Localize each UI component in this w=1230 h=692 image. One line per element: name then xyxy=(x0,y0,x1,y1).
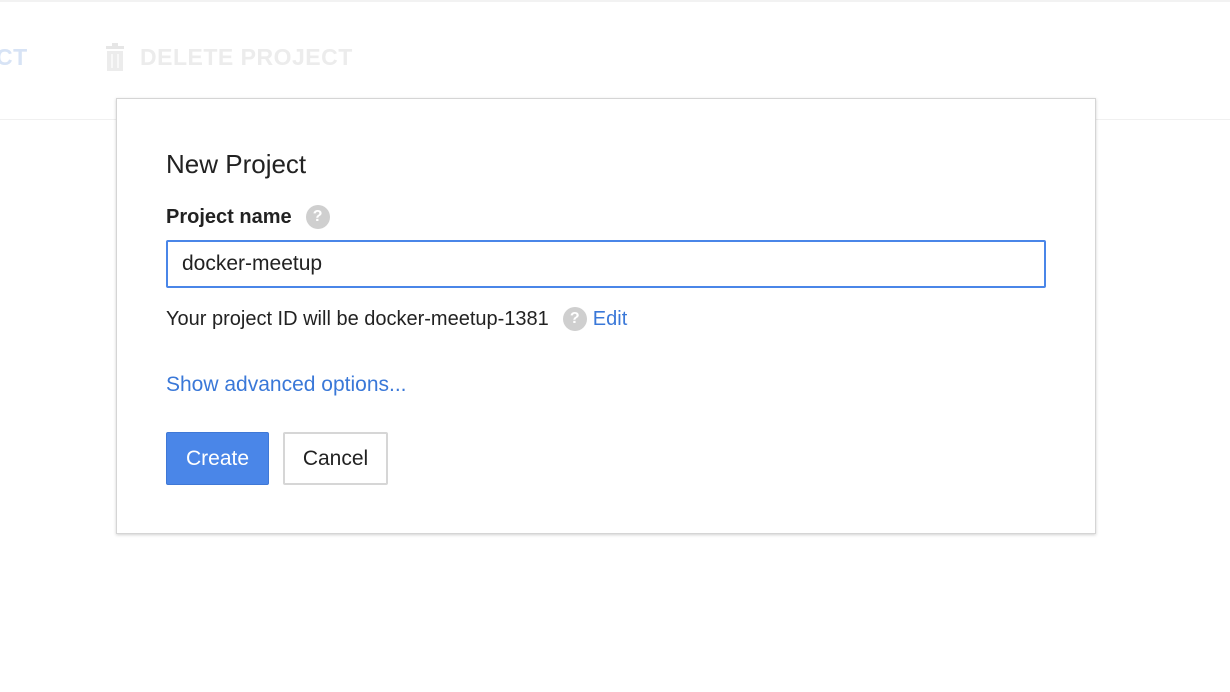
help-icon[interactable]: ? xyxy=(305,205,330,229)
create-button-label: Create xyxy=(185,446,250,470)
page: CT DELETE PROJECT New Project Project na… xyxy=(0,0,1230,692)
project-id-text: Your project ID will be docker-meetup-13… xyxy=(166,307,549,330)
project-id-help-icon[interactable]: ? xyxy=(562,307,587,331)
trash-icon xyxy=(104,43,126,71)
toolbar-left-action-label: CT xyxy=(0,43,28,70)
new-project-dialog: New Project Project name ? Your project … xyxy=(116,98,1096,534)
project-name-label-row: Project name ? xyxy=(166,203,330,231)
delete-project-button[interactable]: DELETE PROJECT xyxy=(104,42,353,72)
project-name-label: Project name xyxy=(166,205,292,228)
toolbar-left-action[interactable]: CT xyxy=(0,42,28,72)
edit-project-id-link[interactable]: Edit xyxy=(593,308,627,331)
project-id-row: Your project ID will be docker-meetup-13… xyxy=(166,304,627,334)
cancel-button-label: Cancel xyxy=(302,446,369,470)
project-name-input[interactable] xyxy=(166,240,1046,288)
create-button[interactable]: Create xyxy=(166,432,269,485)
delete-project-label: DELETE PROJECT xyxy=(140,43,353,70)
cancel-button[interactable]: Cancel xyxy=(283,432,388,485)
dialog-title: New Project xyxy=(166,149,307,179)
show-advanced-options-link[interactable]: Show advanced options... xyxy=(166,370,407,400)
